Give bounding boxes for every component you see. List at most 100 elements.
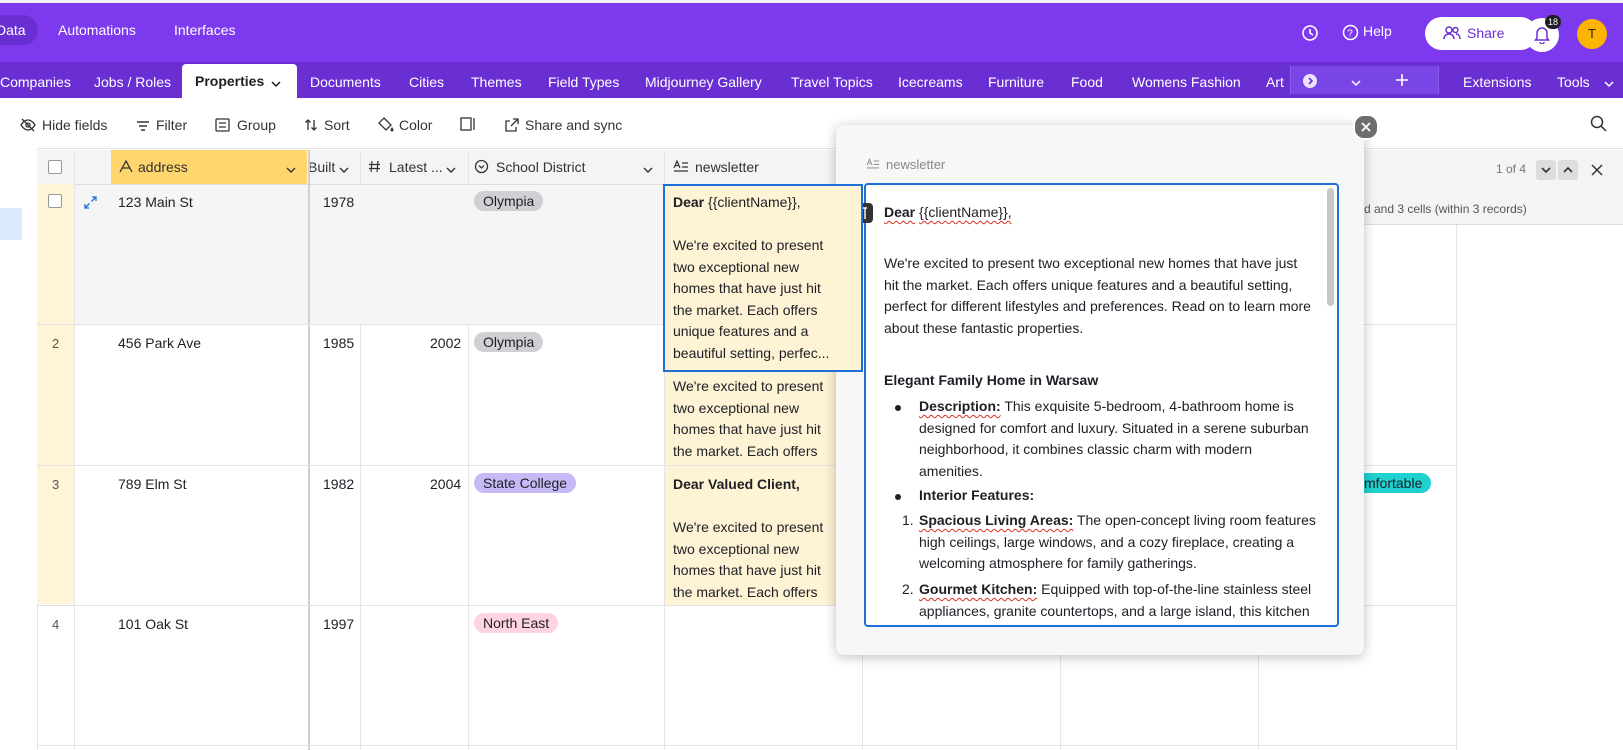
newsletter-cell-text[interactable]: Dear Valued Client, We're excited to pre… (673, 474, 841, 602)
editor-heading: Elegant Family Home in Warsaw (884, 372, 1099, 388)
filter-icon (136, 119, 150, 135)
svg-text:?: ? (1347, 29, 1353, 40)
tab-field-types[interactable]: Field Types (548, 74, 619, 90)
long-text-icon (673, 159, 689, 176)
tab-documents[interactable]: Documents (310, 74, 381, 90)
chevron-down-icon[interactable] (445, 162, 457, 178)
tabs-dropdown-icon[interactable] (1350, 75, 1362, 91)
district-badge: Olympia (474, 191, 544, 211)
tab-womens-fashion[interactable]: Womens Fashion (1132, 74, 1241, 90)
editor-list-item: Spacious Living Areas: The open-concept … (919, 510, 1319, 575)
cell-address[interactable]: 101 Oak St (118, 616, 188, 632)
color-label: Color (399, 117, 433, 133)
district-badge: Olympia (474, 332, 544, 352)
newsletter-greeting: Dear Valued Client, (673, 476, 800, 492)
cell-built[interactable]: 1997 (323, 616, 354, 632)
select-all-checkbox[interactable] (48, 160, 62, 174)
expand-record-icon[interactable] (84, 196, 97, 212)
search-match-summary: d and 3 cells (within 3 records) (1364, 202, 1527, 216)
hide-fields-button[interactable]: Hide fields (20, 117, 107, 133)
editor-greeting: Dear {{clientName}}, (884, 202, 1314, 224)
row-number: 3 (52, 477, 60, 492)
nav-automations[interactable]: Automations (58, 22, 136, 38)
cell-address[interactable]: 456 Park Ave (118, 335, 201, 351)
district-badge: North East (474, 613, 559, 633)
header-latest[interactable]: Latest ... (389, 159, 443, 175)
sort-icon (304, 118, 318, 135)
cell-built[interactable]: 1978 (323, 194, 354, 210)
greeting-bold: Dear (884, 204, 916, 220)
cell-latest[interactable]: 2002 (430, 335, 461, 351)
eye-off-icon (20, 118, 36, 135)
users-icon (1443, 25, 1461, 44)
extensions-button[interactable]: Extensions (1463, 74, 1531, 90)
chevron-down-icon[interactable] (285, 162, 297, 178)
tab-companies[interactable]: Companies (0, 74, 71, 90)
close-popup-button[interactable] (1353, 114, 1379, 140)
share-button[interactable]: Share (1425, 17, 1537, 50)
tab-midjourney-gallery[interactable]: Midjourney Gallery (645, 74, 762, 90)
tools-button[interactable]: Tools (1557, 74, 1614, 90)
cell-latest[interactable]: 2004 (430, 476, 461, 492)
close-search-icon[interactable] (1590, 163, 1604, 180)
number-field-icon (368, 160, 381, 176)
cell-address[interactable]: 123 Main St (118, 194, 193, 210)
share-sync-button[interactable]: Share and sync (504, 117, 622, 133)
tab-themes[interactable]: Themes (471, 74, 522, 90)
editor-scrollbar[interactable] (1327, 188, 1334, 306)
user-avatar[interactable]: T (1577, 19, 1607, 49)
tab-travel-topics[interactable]: Travel Topics (791, 74, 873, 90)
search-next-button[interactable] (1536, 160, 1556, 180)
sort-button[interactable]: Sort (304, 117, 350, 133)
search-prev-button[interactable] (1558, 160, 1578, 180)
tab-divider (1290, 66, 1291, 94)
header-built[interactable]: Built (308, 159, 336, 175)
chevron-down-icon[interactable] (642, 162, 654, 178)
newsletter-cell-text: Dear {{clientName}}, We're excited to pr… (673, 192, 841, 364)
tab-jobs-roles[interactable]: Jobs / Roles (94, 74, 171, 90)
color-button[interactable]: Color (377, 117, 432, 133)
cell-address[interactable]: 789 Elm St (118, 476, 186, 492)
newsletter-cell-text[interactable]: We're excited to present two exceptional… (673, 376, 841, 460)
newsletter-body: We're excited to present two exceptional… (673, 237, 830, 361)
group-icon (215, 118, 230, 135)
filter-label: Filter (156, 117, 188, 133)
nav-interfaces[interactable]: Interfaces (174, 22, 235, 38)
column-divider (1456, 150, 1457, 750)
list-number: 1. (902, 512, 914, 528)
chevron-down-icon[interactable] (270, 76, 282, 92)
single-select-icon (474, 159, 489, 177)
add-table-icon[interactable] (1395, 73, 1409, 90)
tab-furniture[interactable]: Furniture (988, 74, 1044, 90)
tab-divider (1438, 66, 1439, 94)
row-number-highlight (37, 184, 74, 604)
tab-food[interactable]: Food (1071, 74, 1103, 90)
close-icon (1361, 122, 1371, 132)
tab-cities[interactable]: Cities (409, 74, 444, 90)
cell-built[interactable]: 1982 (323, 476, 354, 492)
cell-built[interactable]: 1985 (323, 335, 354, 351)
description-label: Description: (919, 398, 1001, 414)
group-label: Group (237, 117, 276, 133)
sidebar-active-item[interactable] (0, 208, 22, 240)
tab-art[interactable]: Art (1266, 74, 1284, 90)
header-address[interactable]: address (138, 159, 188, 175)
row-checkbox[interactable] (48, 194, 62, 208)
filter-button[interactable]: Filter (136, 117, 187, 133)
header-school-district[interactable]: School District (496, 159, 585, 175)
search-icon[interactable] (1590, 115, 1607, 135)
chevron-right-circle-icon[interactable] (1302, 73, 1318, 92)
right-column-badge: mfortable (1355, 473, 1432, 493)
row-height-icon[interactable] (460, 117, 476, 134)
nav-data[interactable]: Data (0, 15, 38, 45)
paint-bucket-icon (377, 117, 395, 136)
group-button[interactable]: Group (215, 117, 276, 133)
list-bullet (895, 405, 901, 411)
editor-intro: We're excited to present two exceptional… (884, 255, 1311, 336)
tab-icecreams[interactable]: Icecreams (898, 74, 963, 90)
chevron-down-icon[interactable] (338, 162, 350, 178)
share-sync-label: Share and sync (525, 117, 623, 133)
long-text-icon (866, 157, 880, 173)
history-icon[interactable] (1301, 24, 1319, 45)
header-newsletter[interactable]: newsletter (695, 159, 759, 175)
